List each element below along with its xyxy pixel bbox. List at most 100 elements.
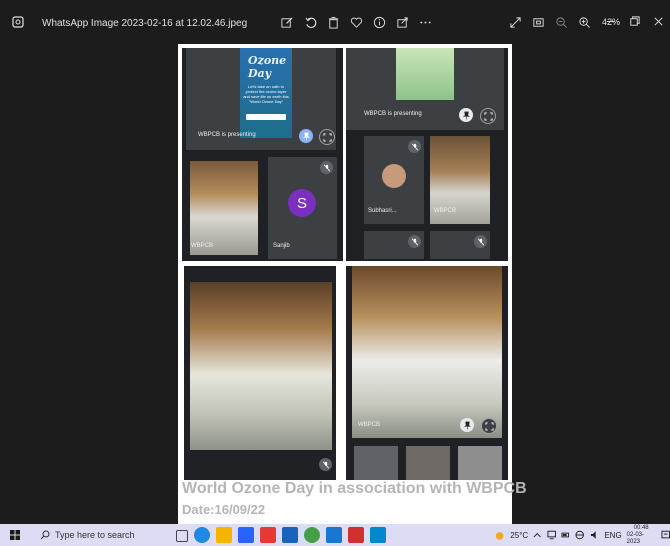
file-explorer-icon[interactable]: [216, 527, 232, 543]
fullscreen-button: [480, 108, 496, 124]
caption-date: Date:16/09/22: [182, 502, 266, 517]
rotate-button[interactable]: [301, 13, 319, 31]
slide-text: Let's take an oath to protect the ozone …: [243, 84, 289, 104]
globe-icon[interactable]: [575, 530, 585, 540]
speaker-icon[interactable]: [590, 530, 599, 540]
zoom-out-icon: [555, 16, 567, 28]
fit-window-icon: [532, 17, 544, 27]
participant-tile: [364, 231, 424, 259]
ozone-slide: Ozone Day Let's take an oath to protect …: [240, 48, 292, 138]
search-placeholder: Type here to search: [55, 530, 135, 540]
clock-date: 02-03-2023: [626, 531, 645, 545]
participant-tile: [430, 231, 490, 259]
chevron-up-icon[interactable]: [533, 531, 542, 540]
favorite-button[interactable]: [347, 13, 365, 31]
slide-image: [396, 48, 454, 100]
edge-browser-icon[interactable]: [194, 527, 210, 543]
fit-to-window-button[interactable]: [529, 13, 547, 31]
muted-mic-indicator: [319, 458, 332, 471]
weather-icon: [495, 532, 504, 540]
word-icon[interactable]: [326, 527, 342, 543]
search-icon: [40, 530, 50, 540]
pin-icon: [462, 111, 470, 120]
participant-name: WBPCB: [434, 208, 457, 214]
pin-button: [459, 108, 473, 122]
conference-room-video: [190, 282, 332, 450]
participant-name: WBPCB: [358, 422, 381, 428]
mic-off-icon: [477, 238, 484, 245]
info-button[interactable]: [370, 13, 388, 31]
fullscreen-button: [319, 129, 335, 145]
participant-name: Subhasri...: [368, 208, 397, 214]
participant-tile: [458, 446, 502, 480]
window-controls: [598, 12, 670, 30]
fullscreen-icon: [322, 132, 332, 142]
slide-footer-bar: [246, 114, 286, 120]
title-bar: WhatsApp Image 2023-02-16 at 12.02.46.jp…: [0, 0, 670, 44]
edit-image-button[interactable]: [278, 13, 296, 31]
mail-icon[interactable]: [282, 527, 298, 543]
zoom-in-button[interactable]: [575, 13, 593, 31]
muted-mic-indicator: [408, 140, 421, 153]
zoom-out-button[interactable]: [552, 13, 570, 31]
edit-icon: [280, 16, 293, 28]
meeting-screenshot-bottom-right: WBPCB: [346, 266, 508, 480]
muted-mic-indicator: [474, 235, 487, 248]
trash-icon: [328, 16, 338, 29]
participant-tile: [406, 446, 450, 480]
participant-tile-subhasri: Subhasri...: [364, 136, 424, 224]
maximize-button[interactable]: [622, 12, 646, 30]
app-icon[interactable]: [260, 527, 276, 543]
mic-off-icon: [322, 461, 329, 468]
participant-tile-sanjib: S Sanjib: [268, 157, 337, 259]
photos-app-icon: [12, 16, 24, 28]
expand-icon: [509, 16, 521, 28]
minimize-button[interactable]: [598, 12, 622, 30]
weather-temperature: 25°C: [510, 530, 529, 540]
participant-name: WBPCB: [191, 243, 214, 249]
pin-icon: [302, 132, 310, 141]
photos-icon[interactable]: [370, 527, 386, 543]
image-canvas: Ozone Day Let's take an oath to protect …: [178, 44, 527, 524]
pinned-apps: [176, 527, 386, 543]
input-language[interactable]: ENG: [604, 531, 621, 540]
more-options-button[interactable]: [416, 13, 434, 31]
viewer-toolbar: [278, 13, 434, 33]
pin-icon: [463, 421, 471, 430]
taskbar-search[interactable]: Type here to search: [40, 524, 135, 546]
close-icon: [653, 16, 663, 26]
fullscreen-icon: [483, 111, 493, 121]
task-view-icon[interactable]: [176, 530, 188, 542]
clock-time: 00:48: [633, 524, 649, 531]
system-tray: 25°C ENG 00:48 02-03-2023: [494, 524, 670, 546]
participant-name: Sanjib: [273, 243, 290, 249]
rotate-icon: [304, 17, 316, 28]
restore-icon: [629, 15, 640, 26]
close-button[interactable]: [646, 12, 670, 30]
chrome-icon[interactable]: [304, 527, 320, 543]
presentation-tile: Ozone Day Let's take an oath to protect …: [186, 48, 336, 150]
clock[interactable]: 00:48 02-03-2023: [627, 525, 656, 546]
avatar: [382, 164, 406, 188]
info-icon: [373, 16, 385, 28]
fullscreen-icon: [484, 421, 494, 431]
expand-button[interactable]: [506, 13, 524, 31]
presentation-tile: WBPCB is presenting: [346, 48, 504, 130]
presenter-label: WBPCB is presenting: [198, 132, 256, 138]
share-button[interactable]: [393, 13, 411, 31]
caption-title: World Ozone Day in association with WBPC…: [182, 480, 527, 497]
network-icon[interactable]: [547, 530, 556, 540]
notification-icon[interactable]: [661, 530, 670, 540]
acrobat-icon[interactable]: [348, 527, 364, 543]
battery-icon[interactable]: [561, 530, 570, 540]
windows-start-icon[interactable]: [10, 530, 20, 540]
mic-off-icon: [411, 143, 418, 150]
delete-button[interactable]: [324, 13, 342, 31]
participant-tile: [354, 446, 398, 480]
mic-off-icon: [323, 164, 330, 171]
share-icon: [396, 16, 408, 28]
store-icon[interactable]: [238, 527, 254, 543]
fullscreen-button: [481, 418, 497, 434]
slide-title: Ozone Day: [248, 54, 287, 80]
mic-off-icon: [411, 238, 418, 245]
